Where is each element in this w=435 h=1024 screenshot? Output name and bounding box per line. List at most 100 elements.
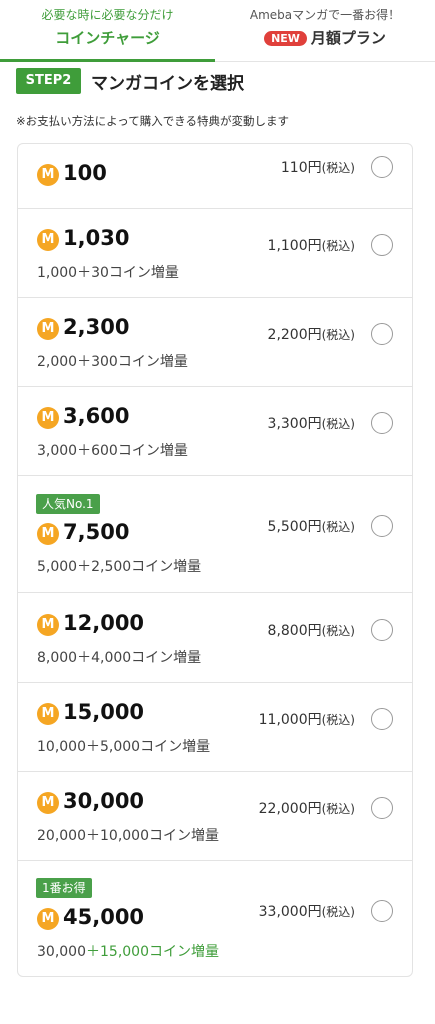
select-radio[interactable] (371, 323, 393, 345)
tab-coin-subtitle: 必要な時に必要な分だけ (41, 8, 174, 22)
coin-option-0[interactable]: M 100 110円(税込) (18, 144, 412, 209)
coin-option-6[interactable]: M 15,000 10,000＋5,000コイン増量 11,000円(税込) (18, 683, 412, 772)
tax-label: (税込) (321, 624, 355, 638)
tax-label: (税込) (321, 520, 355, 534)
tax-label: (税込) (321, 328, 355, 342)
coin-icon: M (37, 318, 59, 340)
coin-amount: 12,000 (63, 611, 145, 635)
bonus-base: 2,000 (37, 354, 78, 370)
bonus-base: 20,000 (37, 828, 86, 844)
coin-icon: M (37, 703, 59, 725)
price-value: 2,200円 (267, 327, 322, 343)
new-badge: NEW (264, 31, 307, 46)
bonus-base: 30,000 (37, 944, 86, 960)
tab-monthly-plan[interactable]: Amebaマンガで一番お得！ NEW 月額プラン (215, 0, 435, 62)
bonus-text: 2,000＋300コイン増量 (37, 351, 188, 371)
option-tag: 人気No.1 (36, 494, 100, 514)
bonus-extra: ＋4,000コイン増量 (77, 650, 202, 666)
coin-amount: 15,000 (63, 700, 145, 724)
coin-amount: 100 (63, 161, 107, 185)
price-value: 110円 (280, 160, 322, 176)
plan-tabs: 必要な時に必要な分だけ コインチャージ Amebaマンガで一番お得！ NEW 月額… (0, 0, 435, 62)
select-radio[interactable] (371, 619, 393, 641)
bonus-text: 5,000＋2,500コイン増量 (37, 556, 201, 576)
select-radio[interactable] (371, 156, 393, 178)
price-label: 22,000円(税込) (259, 798, 355, 818)
price-value: 5,500円 (267, 519, 322, 535)
price-value: 11,000円 (258, 712, 322, 728)
coin-icon: M (37, 407, 59, 429)
bonus-text: 20,000＋10,000コイン増量 (37, 825, 219, 845)
payment-notice: ※お支払い方法によって購入できる特典が変動します (16, 114, 289, 128)
coin-option-7[interactable]: M 30,000 20,000＋10,000コイン増量 22,000円(税込) (18, 772, 412, 861)
tab-monthly-label-row: NEW 月額プラン (215, 27, 435, 48)
price-label: 8,800円(税込) (268, 620, 355, 640)
price-value: 22,000円 (258, 801, 322, 817)
bonus-base: 5,000 (37, 559, 78, 575)
bonus-extra: ＋10,000コイン増量 (86, 828, 219, 844)
price-label: 33,000円(税込) (259, 901, 355, 921)
coin-option-list: M 100 110円(税込) M 1,030 1,000＋30コイン増量 1,100円(税込… (17, 143, 413, 977)
tax-label: (税込) (321, 713, 355, 727)
option-tag: 1番お得 (36, 878, 92, 898)
coin-option-4[interactable]: 人気No.1 M 7,500 5,000＋2,500コイン増量 5,500円(税込) (18, 476, 412, 593)
select-radio[interactable] (371, 797, 393, 819)
coin-amount: 1,030 (63, 226, 130, 250)
select-radio[interactable] (371, 234, 393, 256)
coin-option-8[interactable]: 1番お得 M 45,000 30,000＋15,000コイン増量 33,000円(税込) (18, 861, 412, 976)
price-value: 8,800円 (267, 623, 322, 639)
price-label: 11,000円(税込) (259, 709, 355, 729)
coin-option-3[interactable]: M 3,600 3,000＋600コイン増量 3,300円(税込) (18, 387, 412, 476)
bonus-extra: ＋600コイン増量 (77, 443, 188, 459)
coin-amount: 2,300 (63, 315, 130, 339)
tax-label: (税込) (321, 417, 355, 431)
bonus-extra: ＋2,500コイン増量 (77, 559, 202, 575)
bonus-text: 10,000＋5,000コイン増量 (37, 736, 210, 756)
coin-amount: 3,600 (63, 404, 130, 428)
bonus-base: 8,000 (37, 650, 78, 666)
select-radio[interactable] (371, 900, 393, 922)
select-radio[interactable] (371, 412, 393, 434)
bonus-base: 3,000 (37, 443, 78, 459)
price-label: 110円(税込) (281, 157, 355, 177)
coin-amount: 30,000 (63, 789, 145, 813)
tab-monthly-subtitle: Amebaマンガで一番お得！ (249, 8, 401, 22)
coin-icon: M (37, 614, 59, 636)
tab-coin-label: コインチャージ (55, 29, 160, 47)
tax-label: (税込) (321, 802, 355, 816)
tax-label: (税込) (321, 905, 355, 919)
coin-amount: 45,000 (63, 905, 145, 929)
price-label: 2,200円(税込) (268, 324, 355, 344)
select-radio[interactable] (371, 708, 393, 730)
bonus-extra: ＋30コイン増量 (77, 265, 179, 281)
price-label: 3,300円(税込) (268, 413, 355, 433)
coin-icon: M (37, 229, 59, 251)
bonus-text: 8,000＋4,000コイン増量 (37, 647, 201, 667)
tab-monthly-label: 月額プラン (310, 29, 386, 47)
coin-icon: M (37, 792, 59, 814)
price-value: 3,300円 (267, 416, 322, 432)
tax-label: (税込) (321, 161, 355, 175)
bonus-extra: ＋300コイン増量 (77, 354, 188, 370)
tab-coin-charge[interactable]: 必要な時に必要な分だけ コインチャージ (0, 0, 215, 62)
coin-icon: M (37, 523, 59, 545)
coin-amount: 7,500 (63, 520, 130, 544)
price-label: 1,100円(税込) (268, 235, 355, 255)
coin-option-1[interactable]: M 1,030 1,000＋30コイン増量 1,100円(税込) (18, 209, 412, 298)
select-radio[interactable] (371, 515, 393, 537)
price-value: 1,100円 (267, 238, 322, 254)
bonus-base: 10,000 (37, 739, 86, 755)
price-label: 5,500円(税込) (268, 516, 355, 536)
price-value: 33,000円 (258, 904, 322, 920)
coin-icon: M (37, 908, 59, 930)
coin-option-5[interactable]: M 12,000 8,000＋4,000コイン増量 8,800円(税込) (18, 593, 412, 683)
bonus-text: 30,000＋15,000コイン増量 (37, 941, 219, 961)
step-title: マンガコインを選択 (91, 74, 244, 94)
bonus-extra: ＋5,000コイン増量 (86, 739, 211, 755)
coin-option-2[interactable]: M 2,300 2,000＋300コイン増量 2,200円(税込) (18, 298, 412, 387)
tax-label: (税込) (321, 239, 355, 253)
bonus-base: 1,000 (37, 265, 78, 281)
coin-icon: M (37, 164, 59, 186)
bonus-text: 1,000＋30コイン増量 (37, 262, 179, 282)
bonus-text: 3,000＋600コイン増量 (37, 440, 188, 460)
